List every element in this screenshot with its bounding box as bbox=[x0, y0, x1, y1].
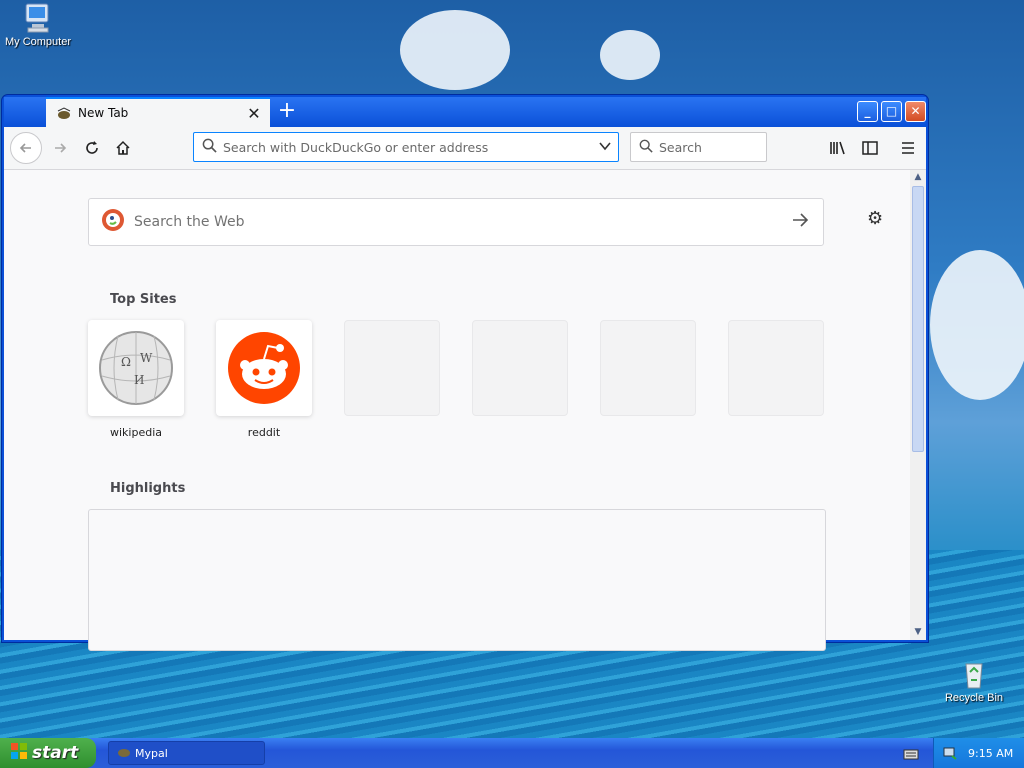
mypal-app-icon bbox=[117, 746, 131, 761]
start-label: start bbox=[32, 743, 79, 763]
cloud-decoration bbox=[400, 10, 510, 90]
customize-gear-icon[interactable]: ⚙ bbox=[867, 208, 883, 229]
desktop-icon-label: My Computer bbox=[4, 36, 72, 48]
recycle-bin-icon bbox=[958, 658, 990, 690]
cloud-decoration bbox=[600, 30, 660, 80]
library-icon bbox=[830, 141, 845, 155]
desktop-icon-my-computer[interactable]: My Computer bbox=[0, 2, 78, 48]
new-tab-button[interactable]: + bbox=[274, 99, 300, 125]
top-site-empty-slot[interactable] bbox=[472, 320, 568, 416]
tab-strip: New Tab ✕ + _ □ ✕ bbox=[4, 97, 926, 127]
url-bar-placeholder: Search with DuckDuckGo or enter address bbox=[223, 139, 489, 155]
sidebar-button[interactable] bbox=[856, 134, 884, 162]
scroll-up-arrow-icon[interactable]: ▲ bbox=[910, 170, 926, 185]
reload-button[interactable] bbox=[78, 134, 106, 162]
clock[interactable]: 9:15 AM bbox=[968, 747, 1013, 760]
taskbar: start Mypal 9:15 AM bbox=[0, 738, 1024, 768]
search-icon bbox=[202, 138, 217, 157]
hamburger-menu-icon bbox=[902, 142, 914, 154]
desktop-icon-recycle-bin[interactable]: Recycle Bin bbox=[934, 658, 1014, 704]
scroll-down-arrow-icon[interactable]: ▼ bbox=[910, 625, 926, 640]
desktop-icon-label: Recycle Bin bbox=[944, 692, 1004, 704]
tab-new-tab[interactable]: New Tab ✕ bbox=[46, 97, 270, 127]
search-bar-placeholder: Search bbox=[659, 139, 702, 155]
tab-close-icon[interactable]: ✕ bbox=[244, 104, 264, 123]
home-button[interactable] bbox=[109, 134, 137, 162]
submit-arrow-icon[interactable] bbox=[791, 212, 809, 232]
url-dropdown-chevron-icon[interactable] bbox=[598, 138, 612, 157]
navigation-toolbar: Search with DuckDuckGo or enter address … bbox=[4, 127, 926, 170]
home-icon bbox=[116, 140, 130, 155]
mypal-favicon-icon bbox=[56, 106, 72, 120]
close-window-button[interactable]: ✕ bbox=[905, 101, 926, 122]
top-site-empty-slot[interactable] bbox=[600, 320, 696, 416]
vertical-scrollbar[interactable]: ▲ ▼ bbox=[910, 170, 926, 640]
forward-arrow-icon bbox=[55, 143, 67, 153]
top-site-tile-reddit[interactable] bbox=[216, 320, 312, 416]
network-icon[interactable] bbox=[942, 744, 958, 763]
top-site-empty-slot[interactable] bbox=[728, 320, 824, 416]
svg-text:W: W bbox=[140, 351, 153, 365]
minimize-button[interactable]: _ bbox=[857, 101, 878, 122]
top-site-empty-slot[interactable] bbox=[344, 320, 440, 416]
reddit-alien-icon bbox=[228, 332, 300, 404]
back-arrow-icon bbox=[19, 143, 31, 153]
wikipedia-globe-icon: Ω W И bbox=[99, 331, 173, 405]
svg-text:Ω: Ω bbox=[121, 355, 131, 369]
taskbar-item-label: Mypal bbox=[135, 746, 168, 760]
keyboard-icon[interactable] bbox=[903, 746, 919, 765]
highlights-heading: Highlights bbox=[110, 481, 186, 496]
web-search-box[interactable]: Search the Web bbox=[88, 198, 824, 246]
forward-button[interactable] bbox=[46, 134, 74, 162]
top-site-tile-wikipedia[interactable]: Ω W И bbox=[88, 320, 184, 416]
browser-window: New Tab ✕ + _ □ ✕ Search with DuckDuckGo… bbox=[2, 95, 928, 651]
top-site-label: wikipedia bbox=[109, 426, 162, 439]
sidebar-icon bbox=[862, 141, 878, 155]
top-site-label: reddit bbox=[247, 426, 281, 439]
maximize-button[interactable]: □ bbox=[881, 101, 902, 122]
reload-icon bbox=[86, 141, 98, 154]
taskbar-item-mypal[interactable]: Mypal bbox=[108, 741, 265, 765]
windows-logo-icon bbox=[10, 742, 28, 765]
search-icon bbox=[639, 138, 653, 157]
search-bar[interactable]: Search bbox=[630, 132, 767, 162]
start-button[interactable]: start bbox=[0, 738, 96, 768]
url-bar[interactable]: Search with DuckDuckGo or enter address bbox=[193, 132, 619, 162]
svg-text:И: И bbox=[134, 373, 144, 387]
web-search-placeholder: Search the Web bbox=[134, 214, 245, 230]
back-button[interactable] bbox=[10, 132, 42, 164]
cloud-decoration bbox=[930, 250, 1024, 400]
top-sites-heading: Top Sites bbox=[110, 292, 177, 307]
duckduckgo-logo-icon bbox=[101, 208, 125, 236]
system-tray: 9:15 AM bbox=[933, 738, 1024, 768]
computer-icon bbox=[22, 2, 54, 34]
scrollbar-thumb[interactable] bbox=[912, 186, 924, 452]
highlights-panel bbox=[88, 509, 826, 651]
library-button[interactable] bbox=[824, 134, 852, 162]
menu-button[interactable] bbox=[894, 134, 922, 162]
tab-title: New Tab bbox=[78, 106, 129, 120]
